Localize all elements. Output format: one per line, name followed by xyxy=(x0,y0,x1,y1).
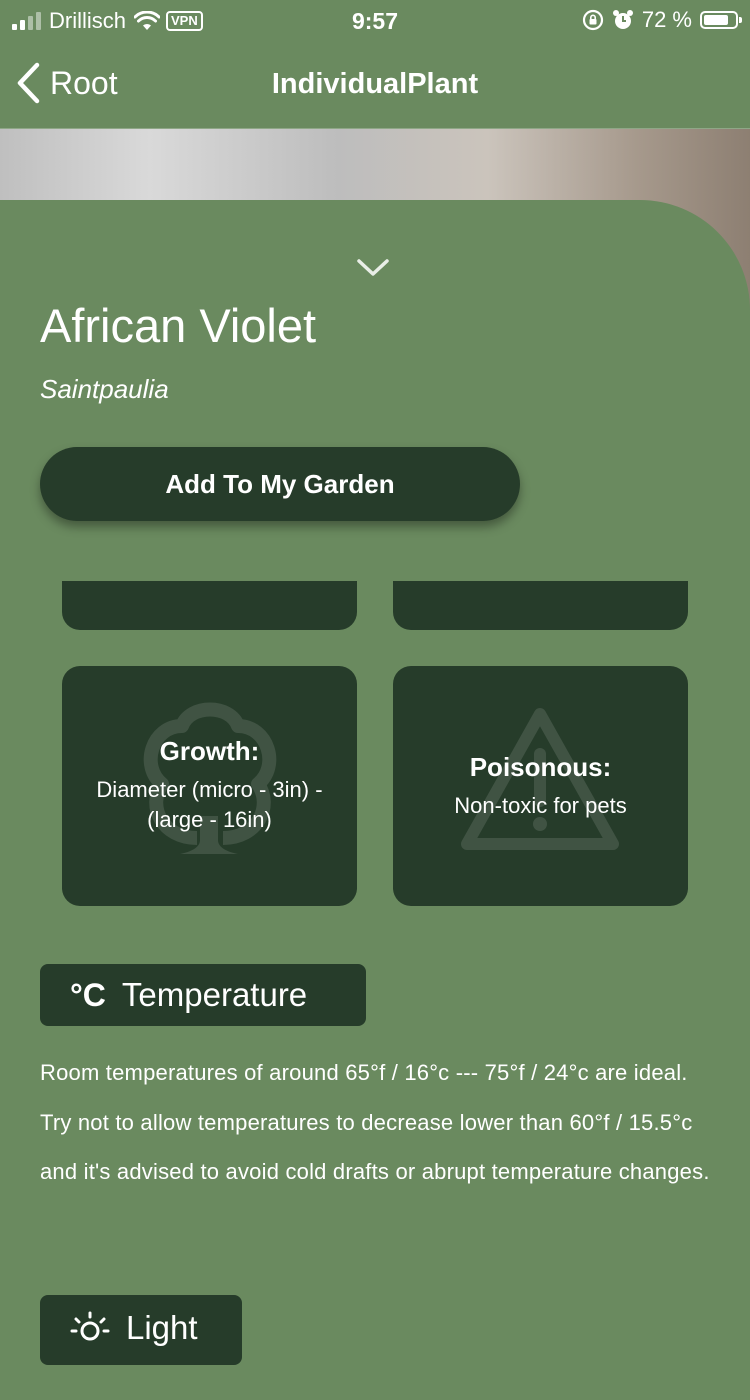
temperature-header: °C Temperature xyxy=(40,964,366,1026)
info-card-partial-right xyxy=(393,581,688,630)
info-card-partial-left xyxy=(62,581,357,630)
growth-title: Growth: xyxy=(159,736,260,766)
battery-icon xyxy=(700,11,742,29)
growth-text: Diameter (micro - 3in) - (large - 16in) xyxy=(96,777,323,832)
poisonous-title: Poisonous: xyxy=(469,752,612,782)
plant-name: African Violet xyxy=(40,299,317,352)
nav-title: IndividualPlant xyxy=(271,68,479,100)
growth-card: Growth: Diameter (micro - 3in) - (large … xyxy=(62,666,357,906)
poisonous-card: Poisonous: Non-toxic for pets xyxy=(393,666,688,906)
sun-icon xyxy=(70,1311,110,1341)
status-bar: Drillisch VPN 9:57 72 % xyxy=(0,0,750,42)
light-title: Light xyxy=(126,1309,198,1346)
alarm-icon xyxy=(612,10,633,29)
temperature-title: Temperature xyxy=(121,976,308,1013)
poisonous-text: Non-toxic for pets xyxy=(454,793,627,818)
status-bar-right: 72 % xyxy=(582,7,742,33)
celsius-icon: °C xyxy=(70,976,106,1013)
navigation-bar: Root IndividualPlant xyxy=(0,42,750,129)
light-header: Light xyxy=(40,1295,242,1365)
chevron-down-icon[interactable] xyxy=(356,258,390,278)
add-to-garden-button[interactable]: Add To My Garden xyxy=(40,447,520,521)
rotation-lock-icon xyxy=(582,9,603,31)
plant-scientific-name: Saintpaulia xyxy=(40,374,169,404)
battery-percentage: 72 % xyxy=(641,7,692,32)
temperature-text: Room temperatures of around 65°f / 16°c … xyxy=(40,1060,710,1184)
